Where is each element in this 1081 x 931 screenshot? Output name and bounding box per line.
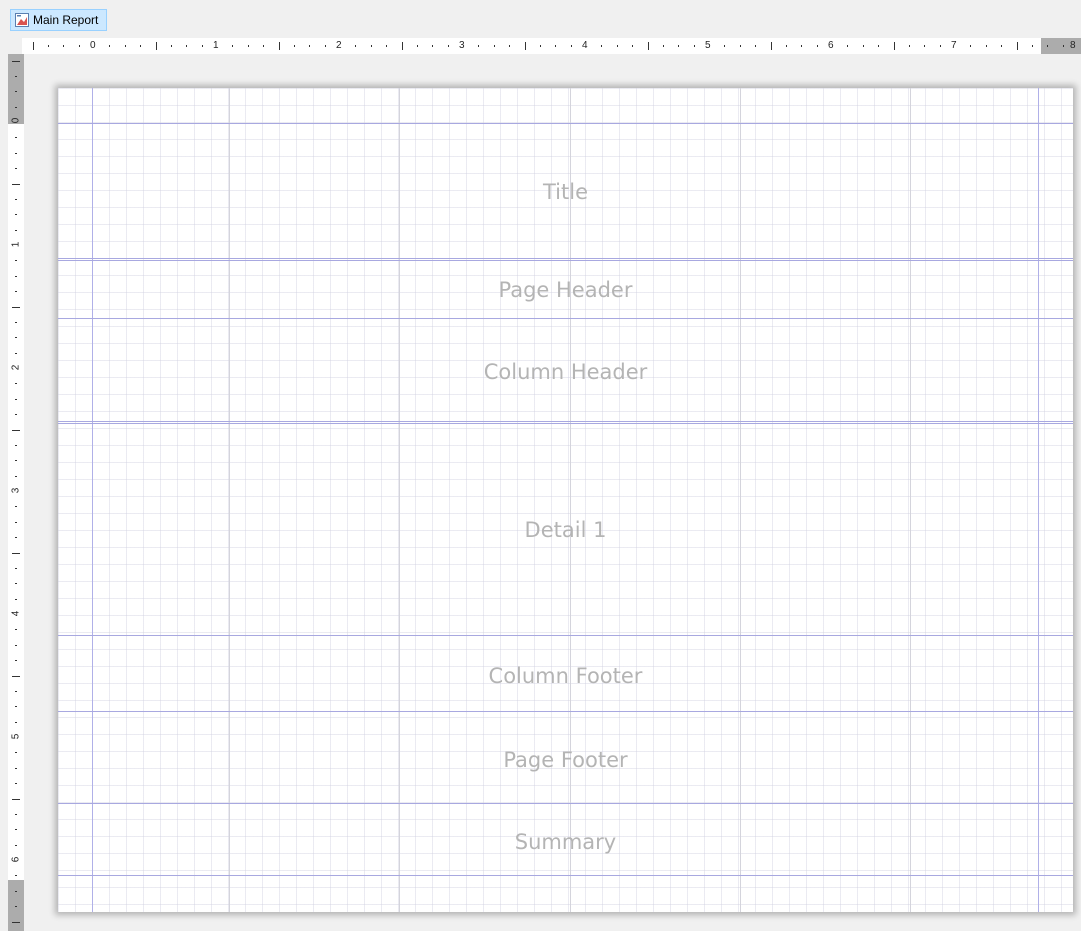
band-label-column-footer[interactable]: Column Footer	[58, 664, 1073, 688]
right-margin-line	[1038, 88, 1039, 912]
band-separator[interactable]	[58, 421, 1073, 424]
vertical-ruler: 0 1 2 3 4 5 6	[8, 54, 24, 931]
grid-column-line	[740, 88, 741, 912]
bottom-margin-line	[58, 875, 1073, 876]
grid-column-line	[570, 88, 571, 912]
ruler-number: 2	[10, 364, 22, 371]
top-margin-line	[58, 123, 1073, 124]
document-tab-strip: Main Report	[0, 0, 1081, 36]
report-page[interactable]: Title Page Header Column Header Detail 1…	[58, 88, 1073, 912]
tab-main-report[interactable]: Main Report	[10, 9, 108, 31]
ruler-number: 2	[336, 40, 342, 51]
band-label-summary[interactable]: Summary	[58, 830, 1073, 854]
band-label-detail[interactable]: Detail 1	[58, 518, 1073, 542]
ruler-number: 1	[10, 241, 22, 248]
horizontal-ruler: 0 1 2 3 4 5 6 7 8	[8, 38, 1081, 54]
ruler-number: 0	[90, 40, 96, 51]
report-icon	[15, 13, 29, 27]
band-separator[interactable]	[58, 635, 1073, 636]
grid-column-line	[399, 88, 400, 912]
ruler-number: 3	[459, 40, 465, 51]
ruler-number: 1	[213, 40, 219, 51]
left-margin-line	[92, 88, 93, 912]
grid-column-line	[229, 88, 230, 912]
ruler-ticks	[33, 42, 1064, 50]
ruler-number: 5	[705, 40, 711, 51]
ruler-number: 5	[10, 733, 22, 740]
band-separator[interactable]	[58, 803, 1073, 804]
ruler-number: 4	[10, 610, 22, 617]
band-separator[interactable]	[58, 711, 1073, 712]
ruler-number: 4	[582, 40, 588, 51]
ruler-number: 8	[1070, 40, 1076, 51]
band-label-title[interactable]: Title	[58, 180, 1073, 204]
ruler-number: 0	[10, 117, 22, 124]
band-separator[interactable]	[58, 318, 1073, 319]
band-label-column-header[interactable]: Column Header	[58, 360, 1073, 384]
ruler-number: 6	[10, 856, 22, 863]
band-label-page-header[interactable]: Page Header	[58, 278, 1073, 302]
band-separator[interactable]	[58, 258, 1073, 261]
grid-column-line	[910, 88, 911, 912]
band-label-page-footer[interactable]: Page Footer	[58, 748, 1073, 772]
ruler-number: 6	[828, 40, 834, 51]
ruler-number: 3	[10, 487, 22, 494]
ruler-number: 7	[951, 40, 957, 51]
tab-label: Main Report	[33, 13, 99, 27]
